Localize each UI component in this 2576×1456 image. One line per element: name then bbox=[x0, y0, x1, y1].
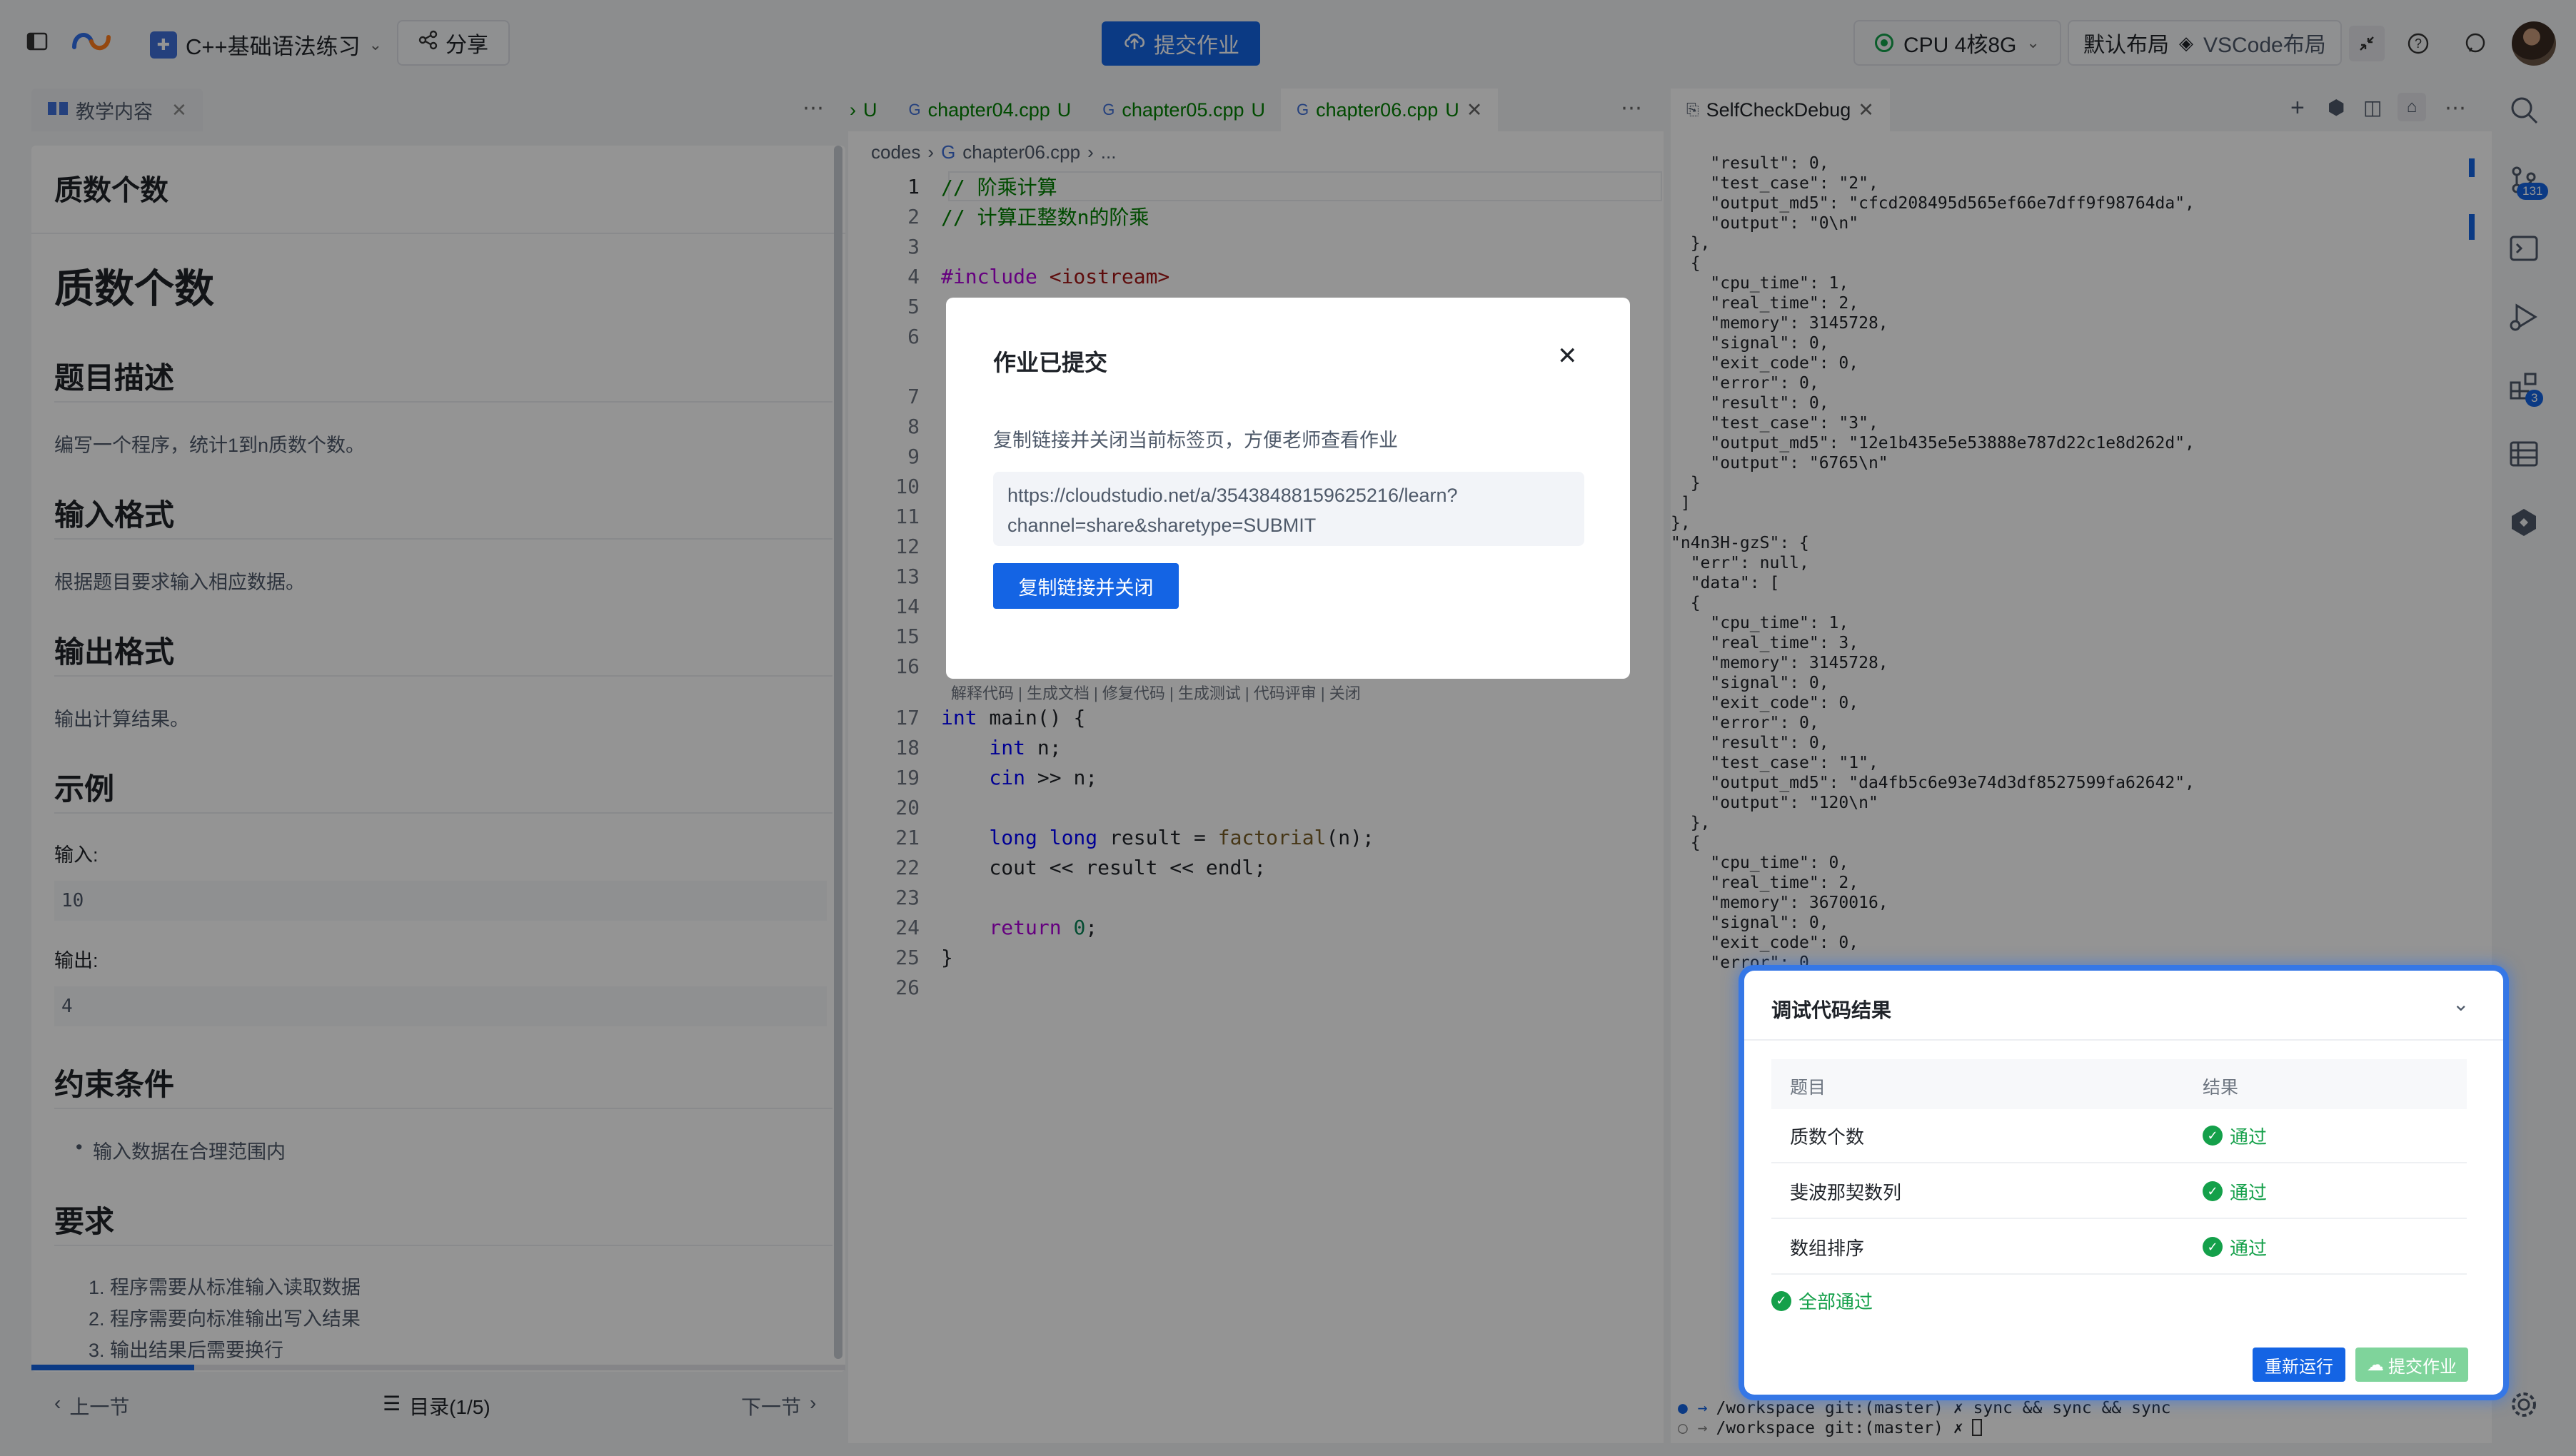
check-circle-icon: ✓ bbox=[2203, 1126, 2223, 1146]
result-row: 斐波那契数列 ✓ 通过 bbox=[1771, 1165, 2467, 1219]
chevron-down-icon[interactable]: ⌄ bbox=[2452, 992, 2469, 1016]
submit-homework-button-secondary[interactable]: ☁ 提交作业 bbox=[2355, 1348, 2468, 1382]
app-window: ✚ C++基础语法练习 ⌄ 分享 提交作业 CPU 4核8G ⌄ 默认布局 ◈ … bbox=[0, 0, 2576, 1456]
all-pass-label: 全部通过 bbox=[1798, 1291, 1873, 1313]
close-icon[interactable]: ✕ bbox=[1557, 342, 1578, 370]
submit-label: 提交作业 bbox=[2388, 1357, 2457, 1377]
result-row: 数组排序 ✓ 通过 bbox=[1771, 1220, 2467, 1275]
result-table-header: 题目 结果 bbox=[1771, 1059, 2467, 1109]
debug-result-panel: 调试代码结果 ⌄ 题目 结果 质数个数 ✓ 通过 斐波那契数列 ✓ 通过 数组排序 … bbox=[1744, 971, 2503, 1395]
row-status: ✓ 通过 bbox=[2203, 1123, 2267, 1149]
row-status: ✓ 通过 bbox=[2203, 1178, 2267, 1205]
modal-description: 复制链接并关闭当前标签页，方便老师查看作业 bbox=[993, 430, 1398, 451]
row-topic: 质数个数 bbox=[1790, 1126, 1865, 1148]
row-topic: 斐波那契数列 bbox=[1790, 1181, 1902, 1203]
divider bbox=[1744, 1039, 2503, 1041]
link-line: channel=share&sharetype=SUBMIT bbox=[1007, 515, 1317, 536]
check-circle-icon: ✓ bbox=[2203, 1237, 2223, 1257]
all-pass-summary: ✓ 全部通过 bbox=[1771, 1288, 1873, 1314]
check-circle-icon: ✓ bbox=[1771, 1290, 1791, 1311]
submission-link-field[interactable]: https://cloudstudio.net/a/35438488159625… bbox=[993, 472, 1584, 546]
row-status: ✓ 通过 bbox=[2203, 1234, 2267, 1260]
check-circle-icon: ✓ bbox=[2203, 1181, 2223, 1201]
submit-success-modal: 作业已提交 ✕ 复制链接并关闭当前标签页，方便老师查看作业 https://cl… bbox=[946, 298, 1630, 679]
copy-link-close-button[interactable]: 复制链接并关闭 bbox=[993, 563, 1179, 609]
cloud-upload-icon: ☁ bbox=[2367, 1355, 2384, 1375]
column-topic: 题目 bbox=[1790, 1078, 1826, 1098]
modal-title: 作业已提交 bbox=[993, 350, 1108, 375]
link-line: https://cloudstudio.net/a/35438488159625… bbox=[1007, 485, 1458, 506]
row-topic: 数组排序 bbox=[1790, 1237, 1865, 1259]
result-row: 质数个数 ✓ 通过 bbox=[1771, 1109, 2467, 1163]
column-result: 结果 bbox=[2203, 1078, 2239, 1098]
result-title: 调试代码结果 bbox=[1771, 999, 1892, 1021]
rerun-button[interactable]: 重新运行 bbox=[2253, 1348, 2345, 1382]
